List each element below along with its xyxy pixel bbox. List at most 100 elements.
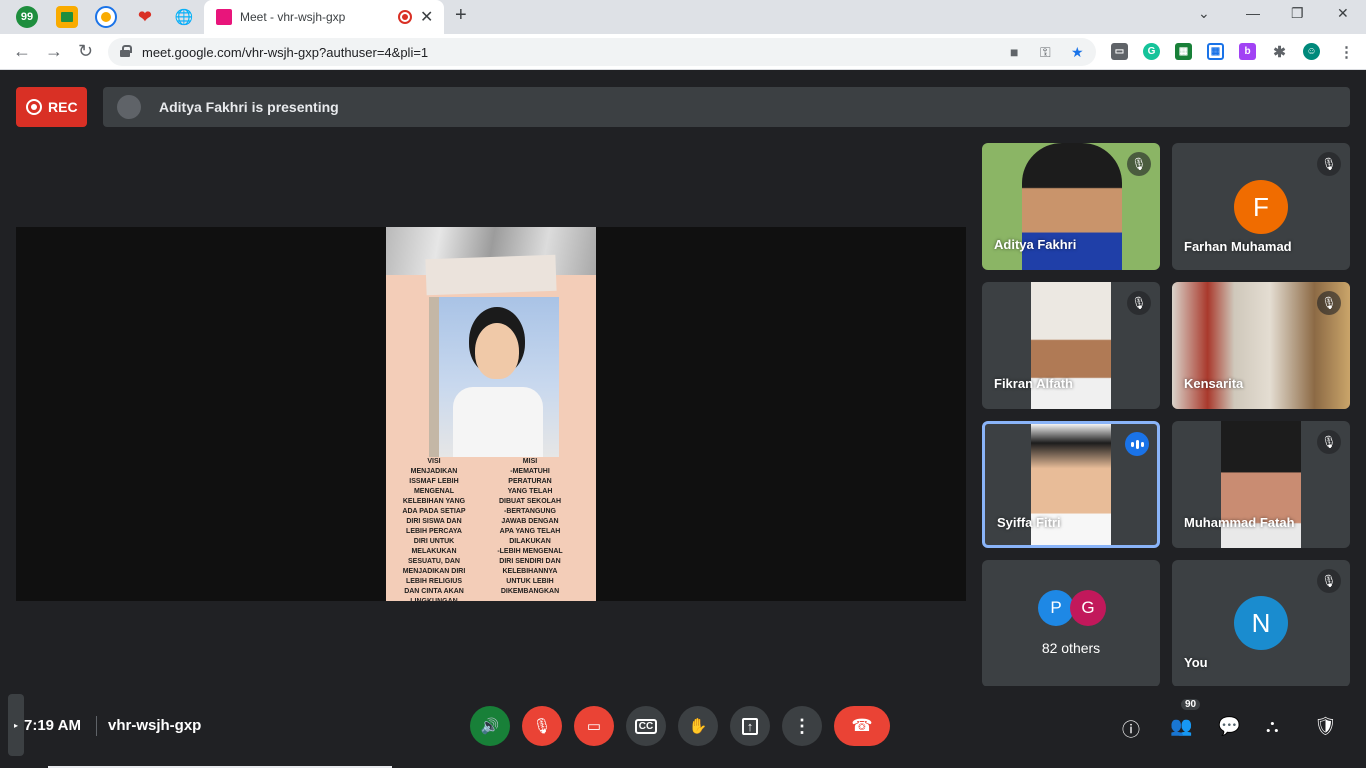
presenting-text: Aditya Fakhri is presenting bbox=[159, 99, 339, 115]
shared-slide: VISI MENJADIKAN ISSMAF LEBIH MENGENAL KE… bbox=[386, 227, 596, 601]
captions-button[interactable]: CC bbox=[626, 706, 666, 746]
pinned-tab-heart[interactable]: ❤ bbox=[134, 6, 156, 28]
presentation-stage: VISI MENJADIKAN ISSMAF LEBIH MENGENAL KE… bbox=[16, 227, 966, 601]
meeting-code: vhr-wsjh-gxp bbox=[108, 717, 202, 734]
paper-strip-decoration bbox=[425, 254, 557, 296]
meet-favicon-icon bbox=[216, 9, 232, 25]
mic-off-icon: 🎙 bbox=[532, 718, 552, 735]
divider bbox=[96, 716, 97, 736]
extension-chat-icon[interactable]: ▭ bbox=[1111, 43, 1128, 60]
speaker-volume-button[interactable]: 🔊 bbox=[470, 706, 510, 746]
profile-avatar[interactable]: ☺ bbox=[1303, 43, 1320, 60]
restore-button[interactable]: ❐ bbox=[1291, 5, 1304, 22]
participant-tile[interactable]: 🎙 Muhammad Fatah bbox=[1172, 421, 1350, 548]
meeting-controls-bar: 7:19 AM vhr-wsjh-gxp 🔊 🎙 ▭ CC ✋ ↑ ⋮ ☎ ⓘ … bbox=[0, 686, 1366, 768]
camera-in-use-icon[interactable]: ■ bbox=[1010, 44, 1018, 60]
more-vert-icon: ⋮ bbox=[793, 715, 811, 736]
globe-icon: 🌐 bbox=[174, 9, 194, 26]
minimize-button[interactable]: — bbox=[1246, 5, 1260, 21]
mic-off-icon: 🎙 bbox=[1317, 569, 1341, 593]
reload-button[interactable]: ↻ bbox=[78, 41, 93, 62]
raise-hand-button[interactable]: ✋ bbox=[678, 706, 718, 746]
others-count: 82 others bbox=[1041, 640, 1101, 656]
play-arrow-icon: ▸ bbox=[13, 720, 18, 730]
participant-name: Aditya Fakhri bbox=[994, 237, 1077, 252]
browser-toolbar: ← → ↻ meet.google.com/vhr-wsjh-gxp?authu… bbox=[0, 34, 1366, 70]
avatar: P bbox=[1038, 590, 1074, 626]
activities-icon[interactable]: ⛬ bbox=[1266, 716, 1279, 737]
meeting-info-icon[interactable]: ⓘ bbox=[1122, 716, 1140, 742]
misi-text: MISI -MEMATUHI PERATURAN YANG TELAH DIBU… bbox=[497, 458, 563, 595]
new-tab-button[interactable]: + bbox=[455, 4, 467, 27]
grammarly-icon[interactable]: G bbox=[1143, 43, 1160, 60]
phone-hangup-icon: ☎ bbox=[851, 716, 873, 735]
forward-button[interactable]: → bbox=[45, 41, 63, 62]
b-extension-icon[interactable]: b bbox=[1239, 43, 1256, 60]
sheets-extension-icon[interactable]: ▦ bbox=[1175, 43, 1192, 60]
present-icon: ↑ bbox=[741, 717, 759, 735]
tab-meet[interactable]: Meet - vhr-wsjh-gxp ✕ bbox=[204, 0, 444, 34]
chat-icon[interactable]: 💬 bbox=[1218, 716, 1240, 737]
participant-name: Syiffa Fitri bbox=[997, 515, 1061, 530]
pinned-tab-school[interactable] bbox=[95, 6, 117, 28]
pinned-tab-99[interactable]: 99 bbox=[16, 6, 38, 28]
volume-icon: 🔊 bbox=[480, 718, 500, 735]
participant-name: Farhan Muhamad bbox=[1184, 239, 1292, 254]
present-screen-button[interactable]: ↑ bbox=[730, 706, 770, 746]
tab-search-icon[interactable]: ⌄ bbox=[1198, 5, 1210, 22]
pinned-tab-classroom[interactable] bbox=[56, 6, 78, 28]
avatar: N bbox=[1234, 596, 1288, 650]
browser-menu-icon[interactable]: ⋮ bbox=[1338, 43, 1355, 61]
participant-name: Muhammad Fatah bbox=[1184, 515, 1295, 530]
more-options-button[interactable]: ⋮ bbox=[782, 706, 822, 746]
presenter-avatar bbox=[117, 95, 141, 119]
back-button[interactable]: ← bbox=[13, 41, 31, 62]
grid-extension-icon[interactable]: ▦ bbox=[1207, 43, 1224, 60]
bookmark-star-icon[interactable]: ★ bbox=[1071, 44, 1084, 61]
browser-tab-strip: 99 ❤ 🌐 Meet - vhr-wsjh-gxp ✕ + ⌄ — ❐ ✕ bbox=[0, 0, 1366, 34]
self-tile[interactable]: N 🎙 You bbox=[1172, 560, 1350, 687]
mic-off-icon: 🎙 bbox=[1317, 291, 1341, 315]
heart-icon: ❤ bbox=[138, 9, 152, 26]
others-tile[interactable]: P G 82 others bbox=[982, 560, 1160, 687]
close-window-button[interactable]: ✕ bbox=[1337, 5, 1349, 22]
side-panel-handle[interactable]: ▸ bbox=[8, 694, 24, 756]
mic-off-icon: 🎙 bbox=[1127, 291, 1151, 315]
visi-text: VISI MENJADIKAN ISSMAF LEBIH MENGENAL KE… bbox=[402, 458, 466, 601]
recording-indicator-icon bbox=[398, 10, 412, 24]
participant-tile[interactable]: 🎙 Kensarita bbox=[1172, 282, 1350, 409]
mic-toggle-button[interactable]: 🎙 bbox=[522, 706, 562, 746]
rec-label: REC bbox=[48, 99, 78, 115]
participant-tile[interactable]: 🎙 Aditya Fakhri bbox=[982, 143, 1160, 270]
mic-off-icon: 🎙 bbox=[1317, 152, 1341, 176]
mic-off-icon: 🎙 bbox=[1317, 430, 1341, 454]
student-photo bbox=[429, 297, 559, 457]
people-count-badge: 90 bbox=[1181, 699, 1201, 710]
avatar: G bbox=[1070, 590, 1106, 626]
close-tab-icon[interactable]: ✕ bbox=[420, 7, 433, 27]
camera-toggle-button[interactable]: ▭ bbox=[574, 706, 614, 746]
avatar: F bbox=[1234, 180, 1288, 234]
meeting-time: 7:19 AM bbox=[24, 717, 81, 734]
badge-99-icon: 99 bbox=[20, 11, 34, 23]
participant-name: Kensarita bbox=[1184, 376, 1244, 391]
people-icon[interactable]: 👥 bbox=[1170, 716, 1192, 737]
google-classroom-icon bbox=[61, 12, 73, 22]
lock-icon bbox=[120, 45, 132, 57]
tab-title: Meet - vhr-wsjh-gxp bbox=[240, 10, 346, 24]
leave-call-button[interactable]: ☎ bbox=[834, 706, 890, 746]
record-icon bbox=[26, 99, 42, 115]
key-icon[interactable]: ⚿ bbox=[1040, 44, 1051, 61]
participant-tile-active-speaker[interactable]: Syiffa Fitri bbox=[982, 421, 1160, 548]
extensions-puzzle-icon[interactable]: ✱ bbox=[1271, 43, 1288, 61]
pinned-tab-globe[interactable]: 🌐 bbox=[173, 6, 195, 28]
participant-tile[interactable]: 🎙 Fikran Alfath bbox=[982, 282, 1160, 409]
speaking-indicator-icon bbox=[1125, 432, 1149, 456]
address-bar[interactable]: meet.google.com/vhr-wsjh-gxp?authuser=4&… bbox=[108, 38, 1096, 66]
participant-tile[interactable]: F 🎙 Farhan Muhamad bbox=[1172, 143, 1350, 270]
school-logo-icon bbox=[101, 12, 111, 22]
recording-button[interactable]: REC bbox=[16, 87, 87, 127]
host-controls-icon[interactable]: 🛡 bbox=[1314, 716, 1337, 737]
captions-icon: CC bbox=[634, 718, 658, 734]
participant-name: You bbox=[1184, 655, 1208, 670]
